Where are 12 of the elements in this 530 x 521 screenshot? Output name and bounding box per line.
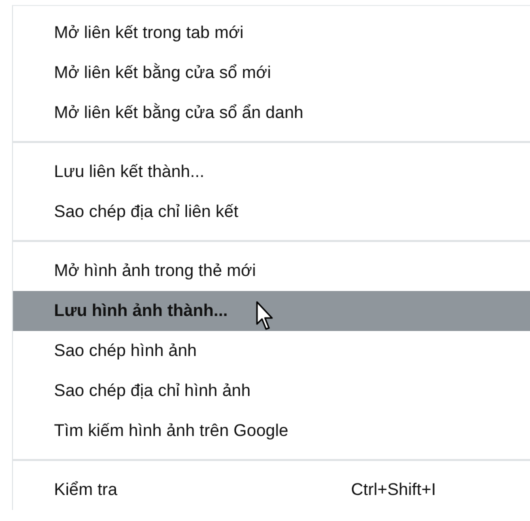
menu-item[interactable]: Tìm kiếm hình ảnh trên Google <box>13 411 530 451</box>
menu-item[interactable]: Sao chép hình ảnh <box>13 331 530 371</box>
menu-item[interactable]: Lưu hình ảnh thành... <box>13 291 530 331</box>
menu-item[interactable]: Mở liên kết bằng cửa sổ mới <box>13 53 530 93</box>
menu-item[interactable]: Mở liên kết bằng cửa sổ ẩn danh <box>13 93 530 133</box>
menu-item[interactable]: Mở liên kết trong tab mới <box>13 13 530 53</box>
menu-item[interactable]: Sao chép địa chỉ hình ảnh <box>13 371 530 411</box>
shortcut-text: Ctrl+Shift+I <box>350 480 436 500</box>
menu-item[interactable]: Kiểm tra Ctrl+Shift+I <box>13 470 530 510</box>
menu-item[interactable]: Mở hình ảnh trong thẻ mới <box>13 251 530 291</box>
menu-item[interactable]: Lưu liên kết thành... <box>13 152 530 192</box>
menu-item[interactable]: Sao chép địa chỉ liên kết <box>13 192 530 232</box>
